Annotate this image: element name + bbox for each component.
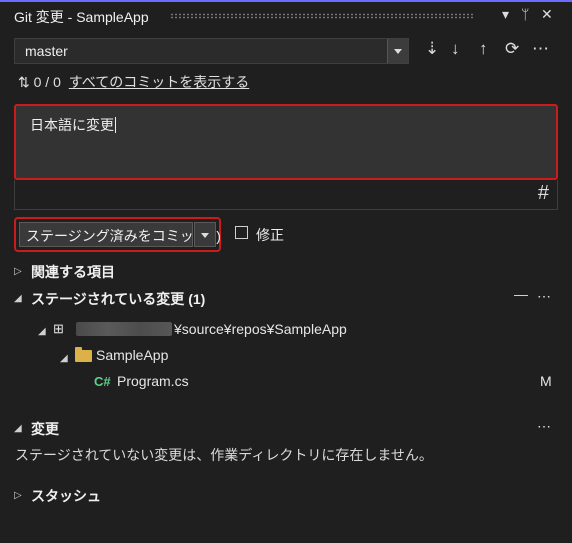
drag-grip[interactable] [170, 13, 475, 19]
repo-path[interactable]: ¥source¥repos¥SampleApp [76, 321, 347, 337]
hash-icon[interactable]: # [538, 182, 549, 205]
collapse-down-icon[interactable]: ◢ [38, 326, 46, 337]
unstage-all-icon[interactable]: — [514, 286, 528, 302]
fetch-icon[interactable]: ⇣ [425, 39, 439, 59]
branch-selector[interactable]: master [14, 38, 409, 64]
no-changes-message: ステージされていない変更は、作業ディレクトリに存在しません。 [15, 447, 433, 463]
commit-message-input[interactable]: 日本語に変更 [14, 104, 558, 180]
close-icon[interactable]: ✕ [541, 6, 553, 23]
folder-icon [75, 347, 92, 362]
amend-label: 修正 [256, 227, 284, 243]
csharp-file-icon: C# [94, 374, 111, 389]
more-actions-icon[interactable]: ⋯ [532, 39, 549, 59]
amend-checkbox[interactable] [235, 226, 248, 239]
staged-changes-header[interactable]: ステージされている変更 (1) [31, 289, 205, 309]
sync-status: ⇅ 0 / 0 すべてのコミットを表示する [18, 72, 249, 92]
push-icon[interactable]: ↑ [479, 39, 488, 59]
commit-message-toolbar: # [14, 180, 558, 210]
commit-button-group: ステージング済みをコミット(I) [14, 217, 221, 252]
expand-right-icon[interactable]: ▷ [14, 490, 22, 501]
changes-more-icon[interactable]: ⋯ [537, 418, 551, 435]
title-bar: Git 変更 - SampleApp ▾ ᛘ ✕ [0, 0, 572, 27]
repository-icon: ⊞ [53, 321, 64, 336]
view-all-commits-link[interactable]: すべてのコミットを表示する [69, 74, 249, 90]
staged-more-icon[interactable]: ⋯ [537, 288, 551, 305]
file-name[interactable]: Program.cs [117, 373, 189, 389]
git-changes-panel: Git 変更 - SampleApp ▾ ᛘ ✕ master ⇣ ↓ ↑ ⟳ … [0, 0, 572, 543]
commit-staged-button[interactable]: ステージング済みをコミット(I) [19, 222, 221, 247]
commit-message-text: 日本語に変更 [30, 117, 114, 133]
pin-icon[interactable]: ᛘ [521, 6, 529, 22]
branch-name: master [25, 43, 68, 59]
window-title: Git 変更 - SampleApp [14, 9, 149, 25]
file-status-badge: M [540, 373, 552, 389]
text-caret [115, 117, 116, 133]
collapse-down-icon[interactable]: ◢ [14, 293, 22, 304]
redacted-username [76, 322, 172, 336]
collapse-down-icon[interactable]: ◢ [60, 353, 68, 364]
expand-right-icon[interactable]: ▷ [14, 266, 22, 277]
window-dropdown-icon[interactable]: ▾ [502, 6, 509, 23]
sync-icon[interactable]: ⟳ [505, 39, 519, 59]
sync-counts: 0 / 0 [33, 74, 61, 90]
collapse-down-icon[interactable]: ◢ [14, 423, 22, 434]
chevron-down-icon[interactable] [387, 39, 408, 63]
pull-icon[interactable]: ↓ [451, 39, 460, 59]
related-items-header[interactable]: 関連する項目 [31, 262, 115, 282]
folder-name[interactable]: SampleApp [96, 347, 168, 363]
stash-header[interactable]: スタッシュ [31, 486, 101, 506]
changes-header[interactable]: 変更 [31, 419, 59, 439]
commit-options-dropdown[interactable] [194, 222, 216, 247]
sync-arrows-icon: ⇅ [18, 74, 30, 90]
